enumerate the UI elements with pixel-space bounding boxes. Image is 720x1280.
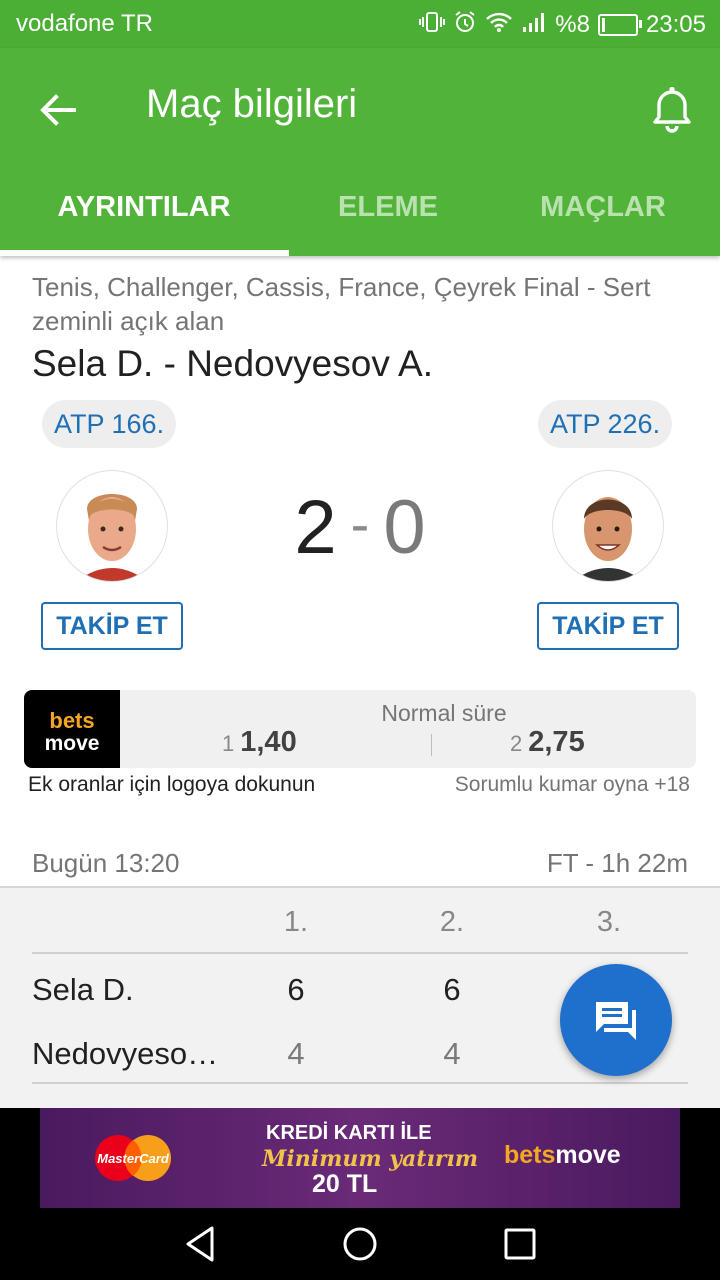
ad-banner[interactable]: MasterCard KREDİ KARTI İLE Minimum yatır… bbox=[0, 1108, 720, 1208]
chat-button[interactable] bbox=[560, 964, 672, 1076]
page-title: Maç bilgileri bbox=[146, 82, 358, 126]
home-player-name: Sela D. bbox=[32, 972, 134, 1007]
tab-bracket[interactable]: ELEME bbox=[268, 168, 508, 246]
recents-square-icon[interactable] bbox=[498, 1222, 542, 1271]
home-score: 2 bbox=[294, 485, 337, 570]
bookmaker-logo-line2: move bbox=[44, 732, 100, 755]
odd-home-value: 1,40 bbox=[240, 726, 297, 758]
signal-icon bbox=[521, 11, 547, 38]
odds-divider bbox=[431, 734, 432, 756]
ad-line3: 20 TL bbox=[312, 1170, 378, 1198]
ad-brand-logo: betsmove bbox=[504, 1141, 621, 1170]
battery-percent: %8 bbox=[555, 10, 590, 38]
away-player-name: Nedovyesov A. bbox=[32, 1036, 232, 1071]
set-score: 6 bbox=[287, 972, 305, 1007]
home-rank-badge[interactable]: ATP 166. bbox=[42, 400, 177, 448]
match-score: 2-0 bbox=[250, 484, 470, 571]
away-score: 0 bbox=[383, 485, 426, 570]
odds-hint: Ek oranlar için logoya dokunun bbox=[28, 773, 316, 796]
table-divider bbox=[32, 952, 688, 954]
set-score: 6 bbox=[443, 972, 461, 1007]
bookmaker-logo[interactable]: bets move bbox=[24, 690, 120, 768]
away-rank-badge[interactable]: ATP 226. bbox=[538, 400, 673, 448]
battery-level bbox=[601, 17, 605, 32]
odd-away[interactable]: 2 2,75 bbox=[510, 726, 585, 759]
chat-icon bbox=[596, 1002, 636, 1040]
set-header: 2. bbox=[439, 906, 465, 938]
alarm-icon bbox=[453, 10, 477, 39]
app-bar: Maç bilgileri AYRINTILAR ELEME MAÇLAR bbox=[0, 48, 720, 256]
home-circle-icon[interactable] bbox=[338, 1222, 382, 1271]
follow-home-button[interactable]: TAKİP ET bbox=[41, 602, 183, 650]
ad-creative[interactable]: MasterCard KREDİ KARTI İLE Minimum yatır… bbox=[40, 1108, 680, 1208]
tab-matches[interactable]: MAÇLAR bbox=[483, 168, 720, 246]
match-start-time: Bugün 13:20 bbox=[32, 848, 180, 878]
match-status: FT - 1h 22m bbox=[546, 848, 688, 878]
odds-panel: bets move Normal süre 1 1,40 2 2,75 bbox=[24, 690, 696, 768]
odd-away-value: 2,75 bbox=[528, 726, 585, 758]
clock: 23:05 bbox=[645, 10, 706, 38]
odd-home[interactable]: 1 1,40 bbox=[222, 726, 297, 759]
competition-info: Tenis, Challenger, Cassis, France, Çeyre… bbox=[32, 272, 651, 336]
back-triangle-icon[interactable] bbox=[180, 1222, 224, 1271]
ad-brand-part1: bets bbox=[504, 1141, 556, 1169]
ad-line1: KREDİ KARTI İLE bbox=[266, 1122, 432, 1144]
tab-details[interactable]: AYRINTILAR bbox=[24, 168, 264, 246]
match-title: Sela D. - Nedovyesov A. bbox=[32, 343, 434, 384]
odd-home-label: 1 bbox=[222, 731, 235, 756]
carrier-name: vodafone TR bbox=[16, 10, 153, 37]
away-player-avatar-icon[interactable] bbox=[552, 470, 664, 582]
status-icons: %8 23:05 bbox=[419, 10, 706, 39]
home-player-avatar-icon[interactable] bbox=[56, 470, 168, 582]
mastercard-label: MasterCard bbox=[97, 1151, 170, 1166]
wifi-icon bbox=[485, 11, 513, 38]
status-bar: vodafone TR %8 23:05 bbox=[0, 0, 720, 48]
score-separator: - bbox=[350, 492, 370, 555]
odds-period: Normal süre bbox=[381, 700, 507, 726]
responsible-gambling[interactable]: Sorumlu kumar oyna +18 bbox=[455, 773, 690, 797]
bookmaker-logo-line1: bets bbox=[49, 708, 95, 733]
set-header: 1. bbox=[283, 906, 309, 938]
follow-away-button[interactable]: TAKİP ET bbox=[537, 602, 679, 650]
set-score: 4 bbox=[443, 1036, 461, 1071]
arrow-left-icon[interactable] bbox=[34, 86, 82, 134]
mastercard-logo: MasterCard bbox=[84, 1134, 182, 1182]
system-nav-bar bbox=[0, 1208, 720, 1280]
ad-brand-part2: move bbox=[555, 1141, 621, 1169]
odd-away-label: 2 bbox=[510, 731, 523, 756]
set-header: 3. bbox=[596, 906, 622, 938]
table-divider bbox=[32, 1082, 688, 1084]
bell-icon[interactable] bbox=[648, 84, 696, 136]
battery-charging-icon bbox=[597, 13, 642, 36]
tab-indicator bbox=[0, 250, 289, 256]
set-score: 4 bbox=[287, 1036, 305, 1071]
vibrate-icon bbox=[419, 11, 446, 38]
ad-line2: Minimum yatırım bbox=[262, 1146, 479, 1172]
